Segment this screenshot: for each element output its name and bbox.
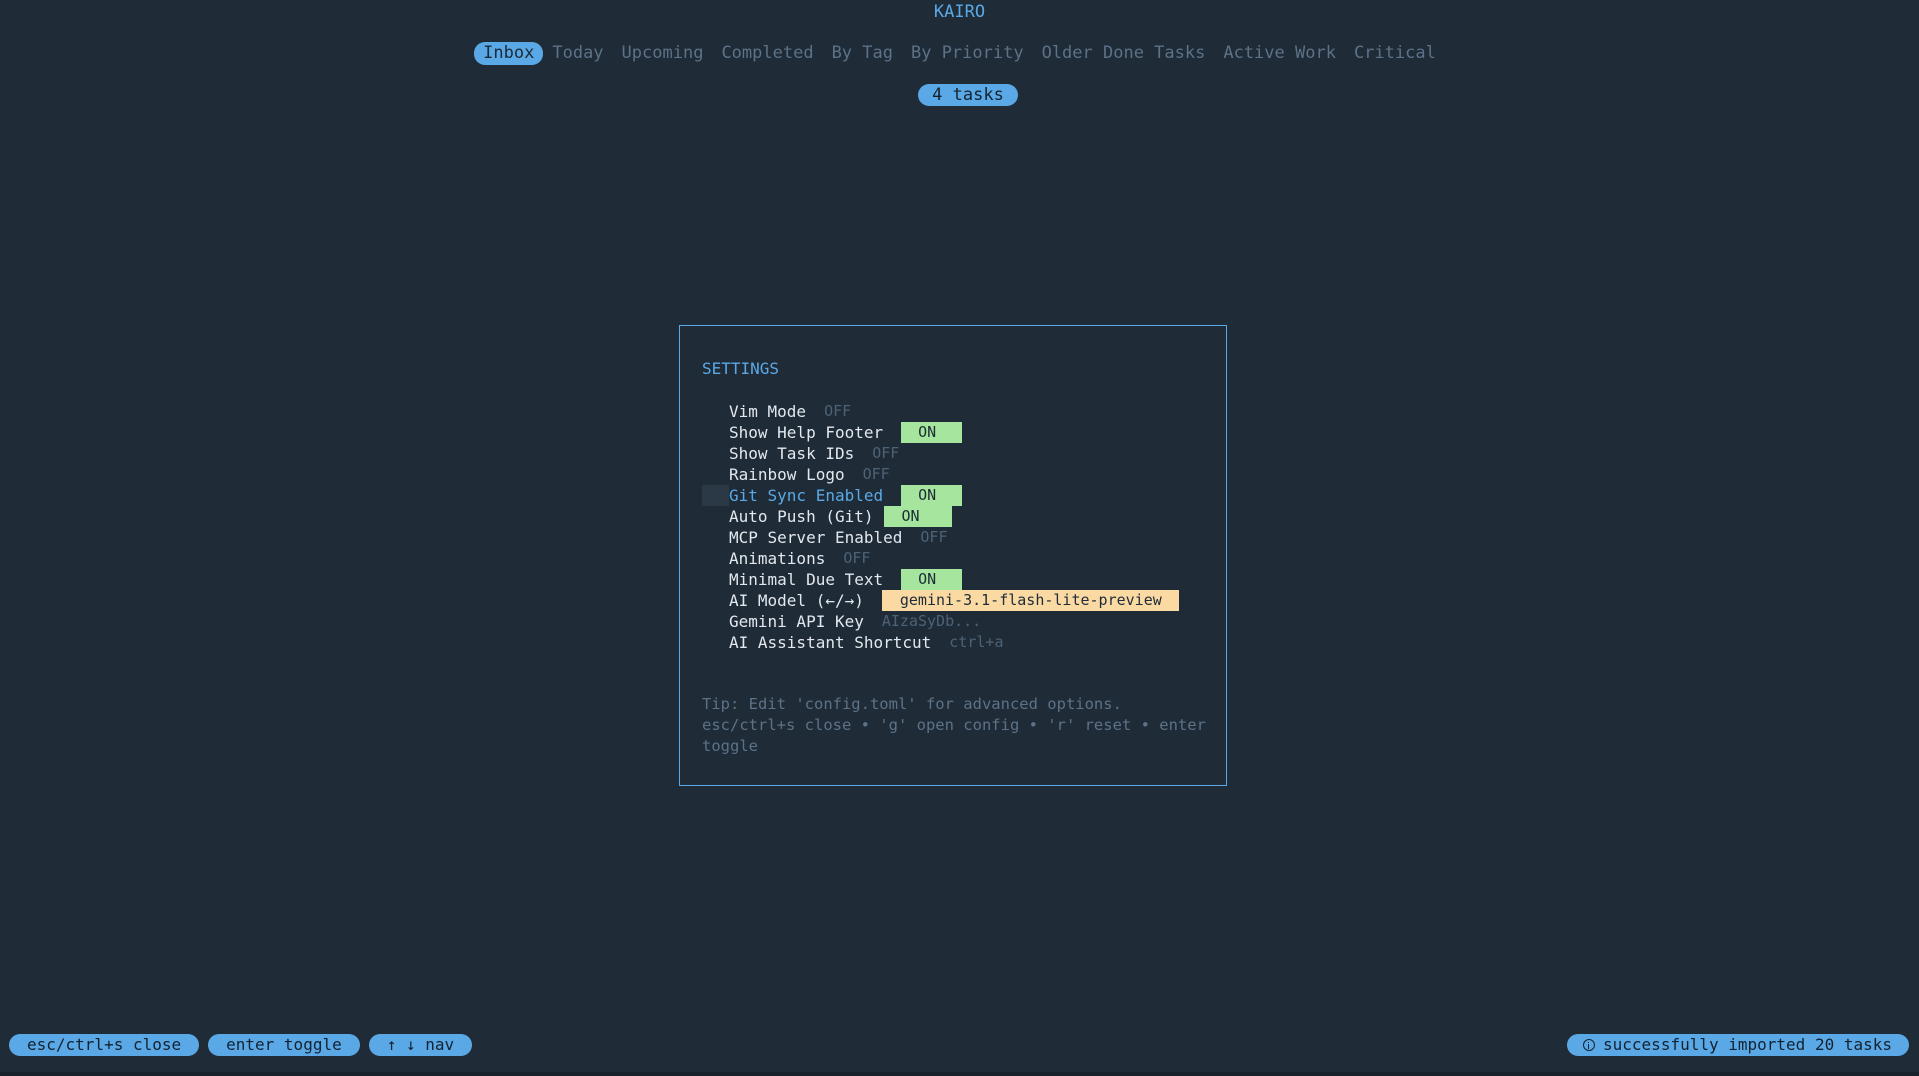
setting-value-toggle[interactable]: ON — [901, 485, 963, 506]
setting-gemini-api-key[interactable]: Gemini API Key AIzaSyDb... — [702, 611, 1212, 632]
app-title: KAIRO — [933, 2, 986, 22]
settings-modal: SETTINGS Vim Mode OFF Show Help Footer O… — [679, 325, 1227, 786]
api-key-field[interactable]: AIzaSyDb... — [882, 611, 981, 632]
close-key-hint: esc/ctrl+s close — [9, 1034, 200, 1056]
setting-animations[interactable]: Animations OFF — [702, 548, 1212, 569]
settings-list: Vim Mode OFF Show Help Footer ON Show Ta… — [702, 401, 1212, 653]
setting-value-toggle[interactable]: ON — [901, 569, 963, 590]
tab-older-done-tasks[interactable]: Older Done Tasks — [1033, 42, 1215, 65]
tip-line-2: esc/ctrl+s close • 'g' open config • 'r'… — [702, 716, 1216, 755]
setting-value-toggle[interactable]: OFF — [872, 443, 899, 464]
toggle-key-hint: enter toggle — [208, 1034, 360, 1056]
setting-show-task-ids[interactable]: Show Task IDs OFF — [702, 443, 1212, 464]
setting-label: Animations — [729, 549, 826, 568]
tab-inbox[interactable]: Inbox — [474, 42, 544, 65]
task-count-badge: 4 tasks — [918, 84, 1018, 106]
info-icon — [1583, 1039, 1596, 1051]
nav-key-hint: ↑ ↓ nav — [368, 1034, 473, 1056]
setting-label: MCP Server Enabled — [729, 528, 903, 547]
setting-value-toggle[interactable]: OFF — [920, 527, 947, 548]
setting-value-toggle[interactable]: OFF — [843, 548, 870, 569]
tab-by-priority[interactable]: By Priority — [902, 42, 1033, 65]
tip-line-1: Tip: Edit 'config.toml' for advanced opt… — [702, 695, 1122, 713]
tab-upcoming[interactable]: Upcoming — [613, 42, 713, 65]
ai-model-selector[interactable]: gemini-3.1-flash-lite-preview — [881, 590, 1179, 611]
setting-ai-assistant-shortcut[interactable]: AI Assistant Shortcut ctrl+a — [702, 632, 1212, 653]
setting-label: Show Task IDs — [729, 444, 855, 463]
setting-value-toggle[interactable]: ON — [883, 506, 952, 527]
setting-label: Gemini API Key — [729, 612, 864, 631]
setting-value-toggle[interactable]: OFF — [863, 464, 890, 485]
setting-value-toggle[interactable]: ON — [901, 422, 963, 443]
setting-minimal-due-text[interactable]: Minimal Due Text ON — [702, 569, 1212, 590]
tab-active-work[interactable]: Active Work — [1214, 42, 1345, 65]
tab-today[interactable]: Today — [543, 42, 612, 65]
setting-label: Show Help Footer — [729, 423, 884, 442]
setting-label: Minimal Due Text — [729, 570, 884, 589]
status-message: successfully imported 20 tasks — [1567, 1034, 1909, 1056]
tab-bar: Inbox Today Upcoming Completed By Tag By… — [0, 42, 1919, 65]
setting-label: AI Assistant Shortcut — [729, 633, 932, 652]
setting-rainbow-logo[interactable]: Rainbow Logo OFF — [702, 464, 1212, 485]
setting-value-toggle[interactable]: OFF — [824, 401, 851, 422]
setting-label: Auto Push (Git) — [729, 507, 874, 526]
bottom-edge — [0, 1072, 1919, 1076]
setting-ai-model[interactable]: AI Model (←/→) gemini-3.1-flash-lite-pre… — [702, 590, 1212, 611]
tab-critical[interactable]: Critical — [1345, 42, 1445, 65]
status-text: successfully imported 20 tasks — [1603, 1035, 1892, 1054]
setting-mcp-server-enabled[interactable]: MCP Server Enabled OFF — [702, 527, 1212, 548]
setting-auto-push-git[interactable]: Auto Push (Git) ON — [702, 506, 1212, 527]
settings-tip: Tip: Edit 'config.toml' for advanced opt… — [702, 694, 1212, 757]
setting-vim-mode[interactable]: Vim Mode OFF — [702, 401, 1212, 422]
tab-by-tag[interactable]: By Tag — [823, 42, 902, 65]
settings-title: SETTINGS — [702, 359, 780, 378]
setting-label: Rainbow Logo — [729, 465, 845, 484]
setting-label: AI Model (←/→) — [729, 591, 864, 610]
setting-label: Vim Mode — [729, 402, 807, 421]
tab-completed[interactable]: Completed — [712, 42, 822, 65]
help-footer: esc/ctrl+s close enter toggle ↑ ↓ nav — [9, 1034, 473, 1056]
setting-git-sync-enabled[interactable]: Git Sync Enabled ON — [702, 485, 1212, 506]
setting-show-help-footer[interactable]: Show Help Footer ON — [702, 422, 1212, 443]
shortcut-field[interactable]: ctrl+a — [949, 632, 1003, 653]
setting-label: Git Sync Enabled — [729, 486, 884, 505]
